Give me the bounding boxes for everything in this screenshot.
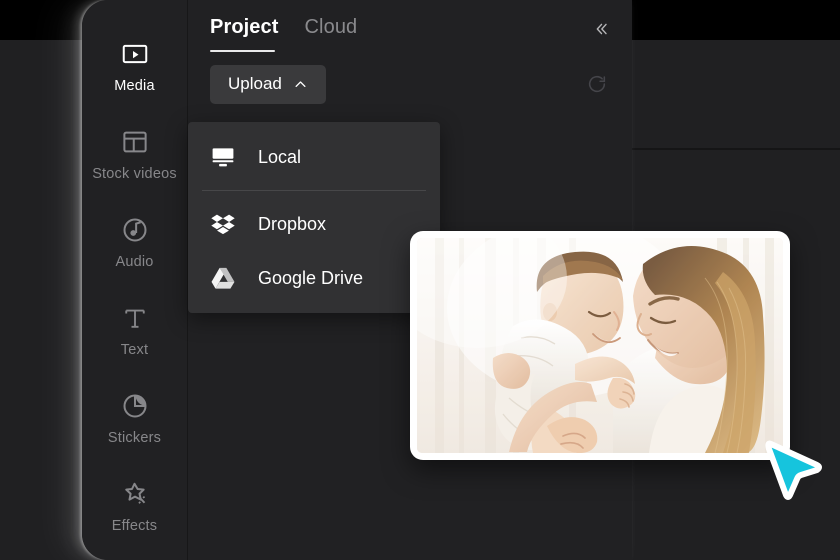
menu-item-label: Google Drive (258, 267, 364, 288)
menu-item-local[interactable]: Local (188, 130, 440, 184)
sidebar-item-label: Audio (115, 253, 154, 270)
google-drive-icon (210, 265, 236, 291)
panel-toolbar: Upload (188, 56, 632, 112)
tab-bar: Project Cloud (188, 0, 632, 56)
upload-dropdown-menu: Local Dropbox Google Drive (188, 122, 440, 313)
stickers-icon (120, 391, 150, 421)
double-chevron-left-icon[interactable] (588, 16, 614, 42)
sidebar-item-label: Effects (111, 517, 158, 534)
refresh-icon[interactable] (586, 73, 608, 95)
upload-button[interactable]: Upload (210, 64, 326, 104)
sidebar-item-label: Media (114, 77, 155, 94)
dropbox-icon (210, 211, 236, 237)
sidebar-item-stock-videos[interactable]: Stock videos (82, 110, 187, 198)
menu-divider (202, 190, 426, 191)
sidebar-item-media[interactable]: Media (82, 22, 187, 110)
menu-item-dropbox[interactable]: Dropbox (188, 197, 440, 251)
sidebar-item-audio[interactable]: Audio (82, 198, 187, 286)
sidebar-item-label: Stickers (107, 429, 162, 446)
upload-button-label: Upload (228, 74, 282, 93)
media-icon (120, 39, 150, 69)
stock-videos-icon (120, 127, 150, 157)
sidebar-item-text[interactable]: Text (82, 286, 187, 374)
sidebar-item-effects[interactable]: Effects (82, 462, 187, 550)
tab-cloud[interactable]: Cloud (305, 16, 358, 41)
sidebar-item-label: Text (120, 341, 149, 358)
sidebar-item-label: Stock videos (92, 165, 177, 182)
menu-item-label: Local (258, 146, 302, 167)
sidebar: Media Stock videos Audio Text Stickers E… (82, 0, 188, 560)
chevron-up-icon (293, 77, 308, 92)
monitor-icon (210, 144, 236, 170)
effects-icon (120, 479, 150, 509)
tab-project[interactable]: Project (210, 16, 279, 41)
audio-icon (120, 215, 150, 245)
photo-thumbnail (417, 238, 783, 453)
text-icon (120, 303, 150, 333)
sidebar-item-stickers[interactable]: Stickers (82, 374, 187, 462)
active-tab-underline (210, 50, 275, 52)
menu-item-label: Dropbox (258, 213, 327, 234)
media-thumbnail-card[interactable] (410, 231, 790, 460)
menu-item-google-drive[interactable]: Google Drive (188, 251, 440, 305)
